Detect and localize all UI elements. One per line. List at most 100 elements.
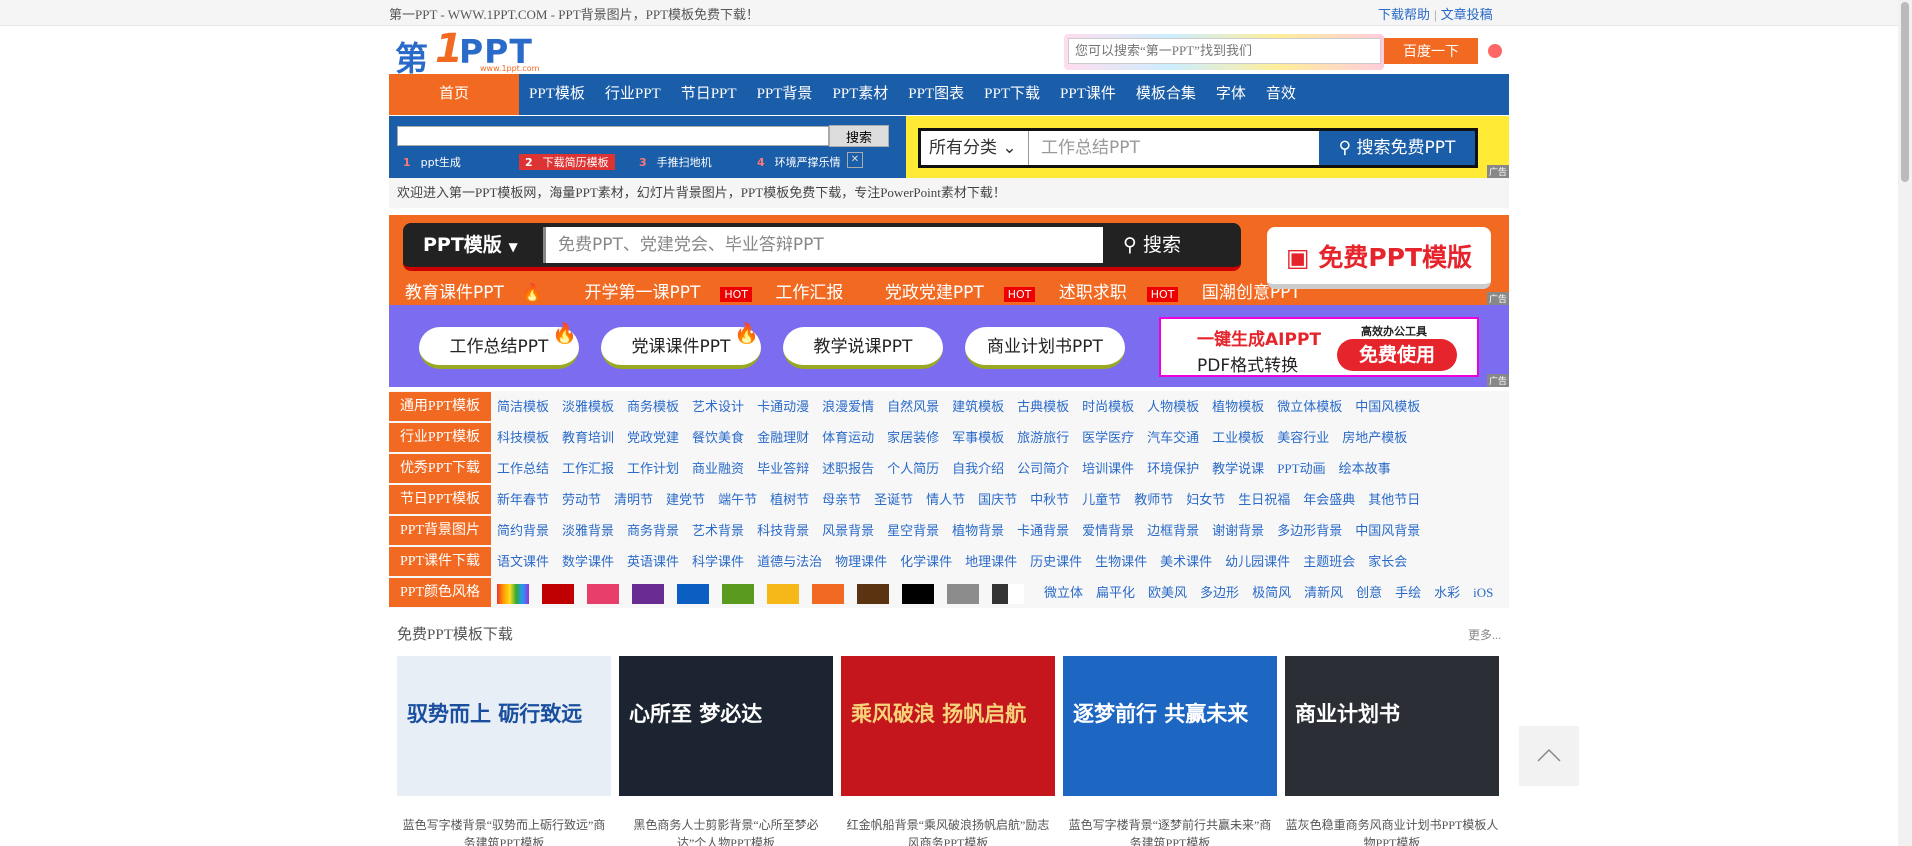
category-link[interactable]: 建筑模板 [952,399,1004,414]
ad2-tag[interactable]: 工作汇报 [775,283,861,303]
category-link[interactable]: 人物模板 [1147,399,1199,414]
category-link[interactable]: 化学课件 [900,554,952,569]
category-label[interactable]: 优秀PPT下载 [389,454,491,483]
ad2-tag[interactable]: 党政党建PPT HOT [885,283,1036,303]
category-link[interactable]: 淡雅模板 [562,399,614,414]
ad-hint[interactable]: 3 手推扫地机 [639,154,712,170]
category-link[interactable]: 谢谢背景 [1212,523,1264,538]
template-caption[interactable]: 黑色商务人士剪影背景“心所至梦必达”个人物PPT模板 [619,816,833,846]
style-link[interactable]: 多边形 [1200,585,1239,600]
category-link[interactable]: 幼儿园课件 [1225,554,1290,569]
template-thumbnail[interactable]: 驭势而上 砺行致远 [397,656,611,796]
style-link[interactable]: 手绘 [1395,585,1421,600]
ad-hint[interactable]: 4 环境严撑乐情 [757,154,841,170]
category-link[interactable]: 美容行业 [1277,430,1329,445]
category-label[interactable]: PPT课件下载 [389,547,491,576]
template-card[interactable]: 商业计划书 蓝灰色稳重商务风商业计划书PPT模板人物PPT模板 [1285,656,1499,846]
color-swatch[interactable] [902,584,934,605]
template-card[interactable]: 心所至 梦必达黑色商务人士剪影背景“心所至梦必达”个人物PPT模板 [619,656,833,846]
category-link[interactable]: 毕业答辩 [757,461,809,476]
category-link[interactable]: 绘本故事 [1339,461,1391,476]
category-link[interactable]: 自然风景 [887,399,939,414]
category-link[interactable]: 儿童节 [1082,492,1121,507]
nav-item[interactable]: 节日PPT [671,74,747,115]
nav-item[interactable]: 行业PPT [595,74,671,115]
category-link[interactable]: 教师节 [1134,492,1173,507]
category-link[interactable]: 美术课件 [1160,554,1212,569]
category-label[interactable]: PPT背景图片 [389,516,491,545]
category-link[interactable]: 风景背景 [822,523,874,538]
category-label[interactable]: 节日PPT模板 [389,485,491,514]
category-link[interactable]: 家居装修 [887,430,939,445]
scrollbar-thumb[interactable] [1901,2,1909,182]
ad-hint[interactable]: 2 下载简历模板 [519,154,615,170]
nav-item[interactable]: PPT背景 [747,74,823,115]
more-link[interactable]: 更多... [1468,620,1501,650]
ad3-pill[interactable]: 商业计划书PPT [965,327,1125,369]
category-link[interactable]: 科技模板 [497,430,549,445]
category-link[interactable]: 军事模板 [952,430,1004,445]
header-search-input[interactable] [1068,38,1381,64]
nav-item[interactable]: 字体 [1206,74,1256,115]
category-link[interactable]: 生物课件 [1095,554,1147,569]
category-link[interactable]: 浪漫爱情 [822,399,874,414]
category-link[interactable]: 植树节 [770,492,809,507]
category-link[interactable]: 植物背景 [952,523,1004,538]
category-link[interactable]: 主题班会 [1303,554,1355,569]
category-link[interactable]: 个人简历 [887,461,939,476]
category-link[interactable]: 公司简介 [1017,461,1069,476]
page-scrollbar[interactable] [1898,0,1912,846]
category-link[interactable]: 国庆节 [978,492,1017,507]
style-link[interactable]: 创意 [1356,585,1382,600]
template-card[interactable]: 逐梦前行 共赢未来 蓝色写字楼背景“逐梦前行共赢未来”商务建筑PPT模板 [1063,656,1277,846]
category-link[interactable]: 地理课件 [965,554,1017,569]
category-link[interactable]: 建党节 [666,492,705,507]
color-swatch[interactable] [722,584,754,605]
template-card[interactable]: 乘风破浪 扬帆启航 红金帆船背景“乘风破浪扬帆启航”励志风商务PPT模板 [841,656,1055,846]
category-link[interactable]: 历史课件 [1030,554,1082,569]
category-link[interactable]: 淡雅背景 [562,523,614,538]
baidu-search-button[interactable]: 百度一下 [1384,38,1478,64]
category-link[interactable]: 金融理财 [757,430,809,445]
category-link[interactable]: 体育运动 [822,430,874,445]
category-link[interactable]: 简约背景 [497,523,549,538]
category-link[interactable]: 妇女节 [1186,492,1225,507]
color-swatch[interactable] [542,584,574,605]
color-swatch[interactable] [947,584,979,605]
category-link[interactable]: 科技背景 [757,523,809,538]
category-link[interactable]: 新年春节 [497,492,549,507]
nav-item[interactable]: 音效 [1256,74,1306,115]
category-link[interactable]: 卡通动漫 [757,399,809,414]
nav-item[interactable]: 模板合集 [1126,74,1206,115]
ad3-pill[interactable]: 教学说课PPT [783,327,943,369]
category-link[interactable]: 其他节日 [1368,492,1420,507]
ad3-pill[interactable]: 工作总结PPT 🔥 [419,321,579,369]
category-link[interactable]: 艺术设计 [692,399,744,414]
free-ppt-button[interactable]: ▣ 免费PPT模版 [1267,227,1491,289]
category-link[interactable]: 医学医疗 [1082,430,1134,445]
template-thumbnail[interactable]: 逐梦前行 共赢未来 [1063,656,1277,796]
submit-article-link[interactable]: 文章投稿 [1441,7,1493,22]
style-link[interactable]: 清新风 [1304,585,1343,600]
nav-item[interactable]: PPT下载 [974,74,1050,115]
category-link[interactable]: 卡通背景 [1017,523,1069,538]
template-thumbnail[interactable]: 心所至 梦必达 [619,656,833,796]
color-swatch[interactable] [767,584,799,605]
category-link[interactable]: 情人节 [926,492,965,507]
category-link[interactable]: 道德与法治 [757,554,822,569]
ad2-tag[interactable]: 述职求职 HOT [1059,283,1179,303]
category-link[interactable]: 教学说课 [1212,461,1264,476]
category-link[interactable]: 物理课件 [835,554,887,569]
template-type-select[interactable]: PPT模版 ▼ [423,223,518,267]
category-link[interactable]: 多边形背景 [1277,523,1342,538]
color-swatch-white[interactable] [1008,584,1024,605]
category-link[interactable]: 植物模板 [1212,399,1264,414]
category-link[interactable]: 爱情背景 [1082,523,1134,538]
category-link[interactable]: 时尚模板 [1082,399,1134,414]
style-link[interactable]: iOS [1473,585,1493,600]
category-link[interactable]: 简洁模板 [497,399,549,414]
category-link[interactable]: PPT动画 [1277,461,1325,476]
category-link[interactable]: 年会盛典 [1303,492,1355,507]
category-link[interactable]: 科学课件 [692,554,744,569]
category-link[interactable]: 工作汇报 [562,461,614,476]
